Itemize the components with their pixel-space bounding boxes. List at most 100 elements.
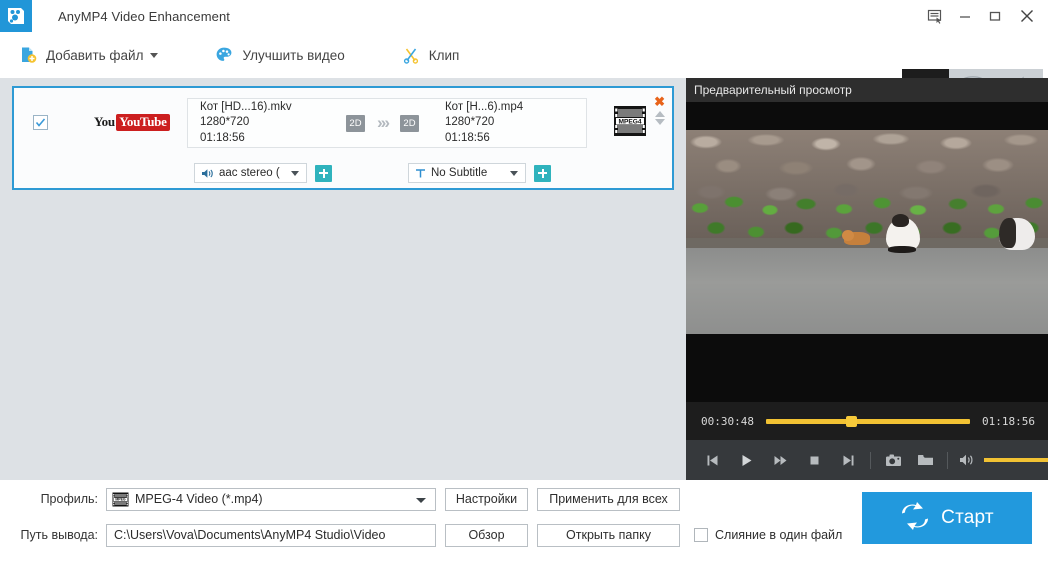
add-subtitle-button[interactable] (534, 164, 551, 182)
preview-panel: Предварительный просмотр 00:30:48 01:18:… (686, 78, 1048, 480)
open-folder-button[interactable]: Открыть папку (537, 523, 680, 547)
add-file-button[interactable]: Добавить файл (8, 38, 168, 72)
camera-icon[interactable] (879, 446, 907, 474)
browse-button[interactable]: Обзор (445, 523, 528, 547)
scissors-icon (401, 45, 421, 65)
anymp4-video-enhancement-window: AnyMP4 Video Enhancement Добавить файл У… (0, 0, 1048, 572)
chevron-down-icon (510, 170, 518, 176)
add-file-icon (18, 45, 38, 65)
add-file-label: Добавить файл (46, 47, 144, 63)
merge-into-one-file-checkbox[interactable]: Слияние в один файл (694, 528, 842, 542)
settings-button[interactable]: Настройки (445, 487, 528, 511)
row-checkbox[interactable] (33, 114, 48, 130)
current-time-label: 00:30:48 (701, 414, 754, 428)
add-audio-track-button[interactable] (315, 164, 332, 182)
source-filename: Кот [HD...16).mkv (200, 100, 292, 113)
stop-icon[interactable] (800, 446, 828, 474)
video-frame (686, 130, 1048, 334)
start-button[interactable]: Старт (862, 492, 1032, 544)
convert-arrow-icon: ››› (377, 113, 390, 132)
volume-track (984, 458, 1048, 462)
merge-checkbox-box[interactable] (694, 528, 708, 542)
minimize-icon[interactable] (950, 1, 980, 31)
source-resolution: 1280*720 (200, 116, 250, 129)
target-2d-badge: 2D (399, 114, 419, 132)
youtube-badge-label: YouTube (116, 113, 170, 131)
remove-row-icon[interactable]: ✖ (654, 95, 665, 108)
chevron-down-icon (416, 497, 426, 503)
white-cat-shadow (888, 246, 916, 253)
subtitle-track-select[interactable]: No Subtitle (408, 163, 526, 183)
seek-bar-row: 00:30:48 01:18:56 (686, 402, 1048, 440)
move-up-icon[interactable] (654, 111, 665, 117)
mpeg-film-icon: MPEG (112, 492, 129, 507)
ivy-foliage (686, 192, 1048, 254)
speaker-icon (201, 168, 214, 179)
pavement-ground (686, 248, 1048, 334)
menu-icon[interactable] (920, 1, 950, 31)
audio-track-select[interactable]: aac stereo ( (194, 163, 307, 183)
chevron-down-icon (291, 170, 299, 176)
maximize-icon[interactable] (980, 1, 1010, 31)
title-bar: AnyMP4 Video Enhancement (0, 0, 1048, 32)
file-row-tracks: aac stereo ( No Subtitle (14, 156, 672, 190)
source-duration: 01:18:56 (200, 131, 245, 144)
bottom-settings-bar: Профиль: MPEG MPEG-4 Video (*.mp4) Настр… (0, 480, 1048, 572)
table-row[interactable]: You YouTube Кот [HD...16).mkv 1280*720 01… (12, 86, 674, 190)
preview-video[interactable] (686, 102, 1048, 402)
start-button-label: Старт (941, 507, 994, 528)
playback-controls (686, 440, 1048, 480)
seek-slider[interactable] (765, 416, 971, 427)
main-toolbar: Добавить файл Улучшить видео Клип (0, 32, 1048, 105)
enhance-video-button[interactable]: Улучшить видео (204, 38, 354, 72)
window-controls (920, 0, 1044, 32)
convert-arrows-icon (900, 501, 930, 535)
palette-icon (214, 45, 234, 65)
close-icon[interactable] (1010, 1, 1044, 31)
controls-divider (870, 451, 871, 469)
audio-track-value: aac stereo ( (219, 167, 280, 179)
chevron-down-icon (150, 52, 159, 58)
skip-next-icon[interactable] (834, 446, 862, 474)
row-action-buttons: ✖ (654, 95, 665, 126)
output-path-value: C:\Users\Vova\Documents\AnyMP4 Studio\Vi… (114, 528, 386, 542)
enhance-video-label: Улучшить видео (242, 47, 345, 63)
volume-slider[interactable] (984, 457, 1048, 463)
folder-icon[interactable] (911, 446, 939, 474)
white-cat-head (892, 214, 909, 227)
svg-text:MPEG: MPEG (115, 497, 126, 501)
output-path-row: Путь вывода: C:\Users\Vova\Documents\Any… (0, 523, 860, 547)
source-file-meta: Кот [HD...16).mkv 1280*720 01:18:56 (200, 100, 322, 147)
target-file-meta: Кот [H...6).mp4 1280*720 01:18:56 (445, 100, 523, 147)
app-logo-icon (0, 0, 32, 32)
fast-forward-icon[interactable] (766, 446, 794, 474)
second-cat-dark-patch (999, 218, 1016, 248)
file-list-area: You YouTube Кот [HD...16).mkv 1280*720 01… (0, 78, 686, 480)
orange-cat-head (842, 230, 854, 241)
profile-row: Профиль: MPEG MPEG-4 Video (*.mp4) Настр… (0, 487, 700, 511)
output-format-icon[interactable]: MPEG4 (612, 103, 648, 144)
move-down-icon[interactable] (654, 119, 665, 125)
file-info-box: Кот [HD...16).mkv 1280*720 01:18:56 2D ›… (187, 98, 587, 148)
speaker-icon[interactable] (956, 446, 978, 474)
clip-button[interactable]: Клип (391, 38, 470, 72)
output-path-label: Путь вывода: (20, 528, 98, 542)
target-resolution: 1280*720 (444, 116, 495, 129)
target-filename: Кот [H...6).mp4 (444, 100, 524, 113)
svg-text:MPEG4: MPEG4 (618, 118, 641, 125)
skip-previous-icon[interactable] (698, 446, 726, 474)
source-2d-badge: 2D (346, 114, 365, 132)
profile-select[interactable]: MPEG MPEG-4 Video (*.mp4) (106, 487, 436, 511)
subtitle-track-value: No Subtitle (431, 167, 488, 179)
target-duration: 01:18:56 (444, 131, 490, 144)
output-path-input[interactable]: C:\Users\Vova\Documents\AnyMP4 Studio\Vi… (106, 523, 436, 547)
seek-handle[interactable] (845, 416, 857, 427)
file-row-main: You YouTube Кот [HD...16).mkv 1280*720 01… (14, 88, 672, 156)
total-time-label: 01:18:56 (982, 414, 1035, 428)
apply-to-all-button[interactable]: Применить для всех (537, 487, 680, 511)
profile-value: MPEG-4 Video (*.mp4) (135, 492, 263, 506)
clip-label: Клип (428, 47, 460, 63)
merge-label: Слияние в один файл (715, 528, 843, 542)
subtitle-text-icon (415, 168, 426, 179)
play-icon[interactable] (732, 446, 760, 474)
